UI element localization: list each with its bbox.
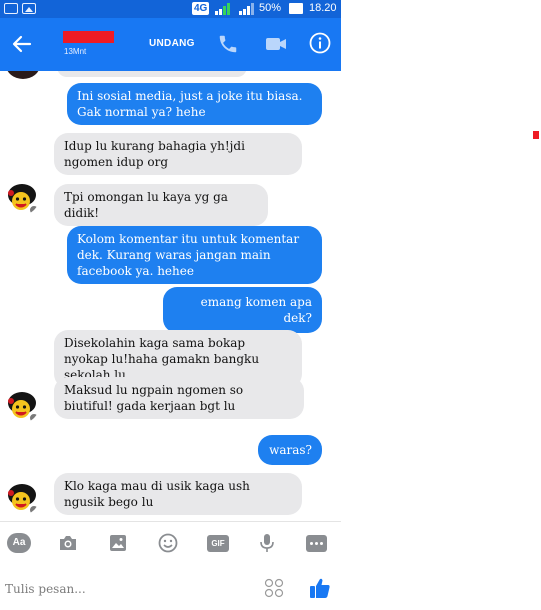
contact-avatar	[5, 389, 39, 423]
contact-name-redacted[interactable]	[63, 31, 114, 43]
invite-button[interactable]: UNDANG	[149, 38, 195, 49]
message-bubble-outgoing: emang komen apa dek?	[163, 287, 322, 333]
clock: 18.20	[309, 2, 337, 14]
contact-avatar	[6, 71, 40, 79]
conversation-header: 13Mnt UNDANG	[0, 18, 341, 71]
signal-icon	[215, 3, 230, 15]
more-icon[interactable]	[306, 535, 327, 552]
emoji-grid-icon[interactable]	[264, 578, 284, 598]
image-icon[interactable]	[107, 532, 129, 554]
image-notification-icon	[22, 3, 36, 14]
composer-toolbar: Aa GIF	[0, 521, 341, 566]
phone-call-icon[interactable]	[217, 33, 239, 55]
text-format-icon[interactable]: Aa	[7, 533, 31, 553]
message-bubble-outgoing: Kolom komentar itu untuk komentar dek. K…	[67, 226, 322, 284]
camera-icon[interactable]	[57, 532, 79, 554]
message-input[interactable]	[5, 578, 245, 600]
gif-icon[interactable]: GIF	[207, 535, 229, 552]
message-list[interactable]: Ini sosial media, just a joke itu biasa.…	[0, 71, 341, 521]
message-bubble-outgoing: Ini sosial media, just a joke itu biasa.…	[67, 83, 322, 125]
signal-icon-secondary	[239, 3, 254, 15]
message-bubble-incoming: Klo kaga mau di usik kaga ush ngusik beg…	[54, 473, 302, 515]
message-input-row	[0, 566, 341, 610]
messenger-badge-icon	[29, 505, 39, 515]
contact-active-status: 13Mnt	[64, 47, 87, 56]
battery-icon	[289, 3, 303, 14]
messenger-screen: 4G 50% 18.20 13Mnt UNDANG Ini sosial med…	[0, 0, 341, 610]
message-bubble-incoming: Maksud lu ngpain ngomen so biutiful! gad…	[54, 377, 304, 419]
message-bubble-incoming: Tpi omongan lu kaya yg ga didik!	[54, 184, 268, 226]
battery-level: 50%	[259, 2, 282, 14]
messenger-badge-icon	[29, 413, 39, 423]
message-bubble-partial	[57, 71, 247, 77]
network-type: 4G	[192, 2, 210, 15]
message-notification-icon	[4, 3, 18, 14]
messenger-badge-icon	[29, 205, 39, 215]
status-bar: 4G 50% 18.20	[0, 0, 341, 18]
smiley-icon[interactable]	[157, 532, 179, 554]
message-bubble-incoming: Idup lu kurang bahagia yh!jdi ngomen idu…	[54, 133, 302, 175]
video-camera-icon[interactable]	[265, 36, 287, 52]
back-arrow-icon[interactable]	[10, 32, 34, 56]
info-icon[interactable]	[309, 32, 331, 54]
contact-avatar	[5, 481, 39, 515]
thumbs-up-icon[interactable]	[308, 576, 332, 600]
microphone-icon[interactable]	[256, 532, 278, 554]
message-bubble-outgoing: waras?	[258, 435, 322, 465]
contact-avatar	[5, 181, 39, 215]
red-marker	[533, 131, 539, 139]
